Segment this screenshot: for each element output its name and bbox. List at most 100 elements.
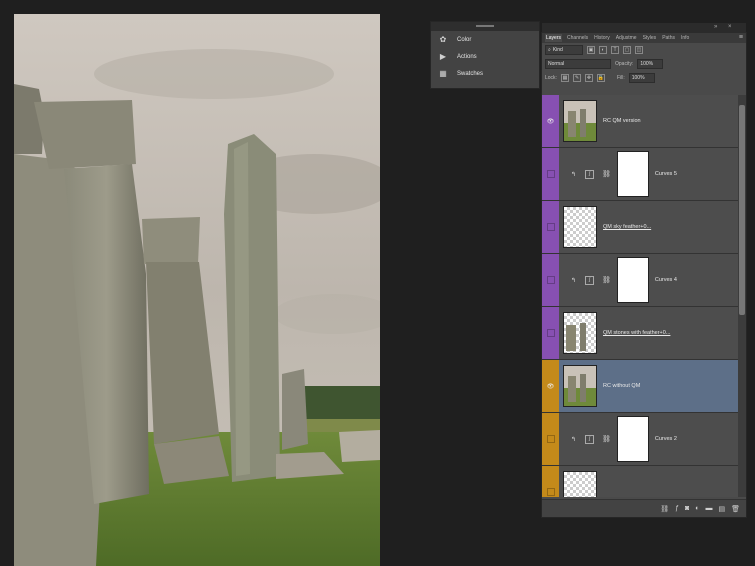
- filter-pixel-icon[interactable]: ▣: [587, 46, 595, 54]
- filter-smart-icon[interactable]: ◫: [635, 46, 643, 54]
- panel-menu-icon[interactable]: ≡: [739, 34, 743, 41]
- trash-icon[interactable]: 🗑: [731, 505, 740, 513]
- visibility-box[interactable]: [542, 413, 559, 465]
- opacity-value: 100%: [640, 61, 654, 67]
- grip-icon[interactable]: [476, 25, 494, 27]
- visibility-box[interactable]: [542, 466, 559, 497]
- layer-name: RC without QM: [603, 383, 641, 389]
- search-icon: ⌕: [548, 47, 551, 53]
- layers-bottom-bar: ⛓ ƒ ◙ ◐ ▬ ▤ 🗑: [542, 499, 746, 517]
- layer-name: RC QM version: [603, 118, 641, 124]
- curves-adjustment-icon: ∫: [585, 275, 594, 285]
- link-icon[interactable]: ⛓: [602, 170, 611, 178]
- visibility-box[interactable]: [542, 254, 559, 306]
- lock-row: Lock: ▦ ✎ ✥ 🔒 Fill: 100%: [542, 71, 746, 85]
- curves-adjustment-icon: ∫: [585, 169, 594, 179]
- layer-row[interactable]: [542, 466, 738, 497]
- adjustment-layer-icon[interactable]: ◐: [695, 505, 699, 512]
- fill-field[interactable]: 100%: [628, 73, 655, 83]
- layer-row[interactable]: ↰ ∫ ⛓ Curves 2: [542, 413, 738, 466]
- collapse-icon[interactable]: »: [714, 24, 717, 30]
- lock-transparent-icon[interactable]: ▦: [560, 74, 569, 82]
- layer-mask-thumbnail[interactable]: [616, 151, 649, 197]
- visibility-eye-icon[interactable]: 👁: [542, 95, 559, 147]
- link-layers-icon[interactable]: ⛓: [660, 505, 669, 513]
- mini-panel-item-label: Actions: [457, 53, 477, 60]
- mini-panel-item-actions[interactable]: ▶ Actions: [431, 48, 539, 65]
- mini-panel-item-swatches[interactable]: ▦ Swatches: [431, 65, 539, 82]
- layer-thumbnail: [563, 206, 597, 248]
- blend-mode-select[interactable]: Normal: [545, 59, 611, 69]
- swatches-icon: ▦: [439, 69, 447, 78]
- play-icon: ▶: [439, 52, 447, 61]
- filter-adjustment-icon[interactable]: ◐: [599, 46, 607, 54]
- filter-kind-value: Kind: [552, 47, 563, 53]
- layer-mask-thumbnail[interactable]: [616, 416, 649, 462]
- tab-adjustments[interactable]: Adjustme: [615, 34, 638, 42]
- scrollbar-thumb[interactable]: [739, 105, 745, 315]
- new-group-icon[interactable]: ▬: [705, 505, 712, 512]
- mini-panel-item-label: Swatches: [457, 70, 484, 77]
- link-icon[interactable]: ⛓: [602, 435, 611, 443]
- filter-shape-icon[interactable]: ▢: [623, 46, 631, 54]
- layers-panel: » × Layers Channels History Adjustme Sty…: [541, 23, 747, 518]
- layer-row[interactable]: ↰ ∫ ⛓ Curves 4: [542, 254, 738, 307]
- close-icon[interactable]: ×: [728, 24, 732, 30]
- lock-label: Lock:: [545, 75, 557, 81]
- layers-tabs: Layers Channels History Adjustme Styles …: [542, 33, 746, 43]
- filter-row: ⌕ Kind ▣ ◐ T ▢ ◫: [542, 43, 746, 57]
- blend-mode-value: Normal: [548, 61, 565, 67]
- mini-panel-titlebar[interactable]: [431, 22, 539, 31]
- layer-row[interactable]: ↰ ∫ ⛓ Curves 5: [542, 148, 738, 201]
- tab-history[interactable]: History: [593, 34, 611, 42]
- filter-type-icon[interactable]: T: [611, 46, 619, 54]
- clip-arrow-icon: ↰: [571, 436, 577, 443]
- mini-panel-item-color[interactable]: ✿ Color: [431, 31, 539, 48]
- layer-thumbnail: [563, 100, 597, 142]
- tab-styles[interactable]: Styles: [642, 34, 658, 42]
- layer-row[interactable]: QM stones with feather+0...: [542, 307, 738, 360]
- blend-row: Normal Opacity: 100%: [542, 57, 746, 71]
- layer-name: Curves 2: [654, 436, 677, 442]
- lock-image-icon[interactable]: ✎: [572, 74, 581, 82]
- document-canvas-image[interactable]: [14, 14, 380, 566]
- mini-panel: ✿ Color ▶ Actions ▦ Swatches: [430, 21, 540, 89]
- tab-paths[interactable]: Paths: [661, 34, 676, 42]
- layer-thumbnail: [563, 471, 597, 497]
- link-icon[interactable]: ⛓: [602, 276, 611, 284]
- opacity-field[interactable]: 100%: [637, 59, 664, 69]
- layer-name: QM stones with feather+0...: [603, 330, 671, 336]
- clip-arrow-icon: ↰: [571, 277, 577, 284]
- fill-label: Fill:: [616, 75, 625, 81]
- opacity-label: Opacity:: [615, 61, 634, 67]
- layer-row-selected[interactable]: 👁 RC without QM: [542, 360, 738, 413]
- layer-row[interactable]: 👁 RC QM version: [542, 95, 738, 148]
- curves-adjustment-icon: ∫: [585, 434, 594, 444]
- layer-row[interactable]: QM sky feather+0...: [542, 201, 738, 254]
- clip-arrow-icon: ↰: [571, 171, 577, 178]
- lock-all-icon[interactable]: 🔒: [596, 74, 605, 82]
- filter-kind-select[interactable]: ⌕ Kind: [545, 45, 583, 55]
- visibility-eye-icon[interactable]: 👁: [542, 360, 559, 412]
- layers-scrollbar[interactable]: [738, 95, 746, 497]
- tab-info[interactable]: Info: [680, 34, 690, 42]
- mini-panel-item-label: Color: [457, 36, 472, 43]
- panel-topbar[interactable]: » ×: [542, 23, 746, 33]
- add-mask-icon[interactable]: ◙: [685, 505, 689, 512]
- visibility-box[interactable]: [542, 148, 559, 200]
- layer-name: Curves 4: [654, 277, 677, 283]
- new-layer-icon[interactable]: ▤: [718, 505, 725, 513]
- fill-value: 100%: [631, 75, 645, 81]
- fx-icon[interactable]: ƒ: [675, 505, 679, 512]
- lock-position-icon[interactable]: ✥: [584, 74, 593, 82]
- layer-thumbnail: [563, 365, 597, 407]
- layer-list: 👁 RC QM version ↰ ∫ ⛓ Curves 5 QM sky fe…: [542, 95, 738, 497]
- layer-thumbnail: [563, 312, 597, 354]
- visibility-box[interactable]: [542, 201, 559, 253]
- visibility-box[interactable]: [542, 307, 559, 359]
- layer-name: Curves 5: [654, 171, 677, 177]
- layer-mask-thumbnail[interactable]: [616, 257, 649, 303]
- tab-layers[interactable]: Layers: [545, 34, 563, 42]
- tab-channels[interactable]: Channels: [566, 34, 589, 42]
- color-wheel-icon: ✿: [439, 35, 447, 44]
